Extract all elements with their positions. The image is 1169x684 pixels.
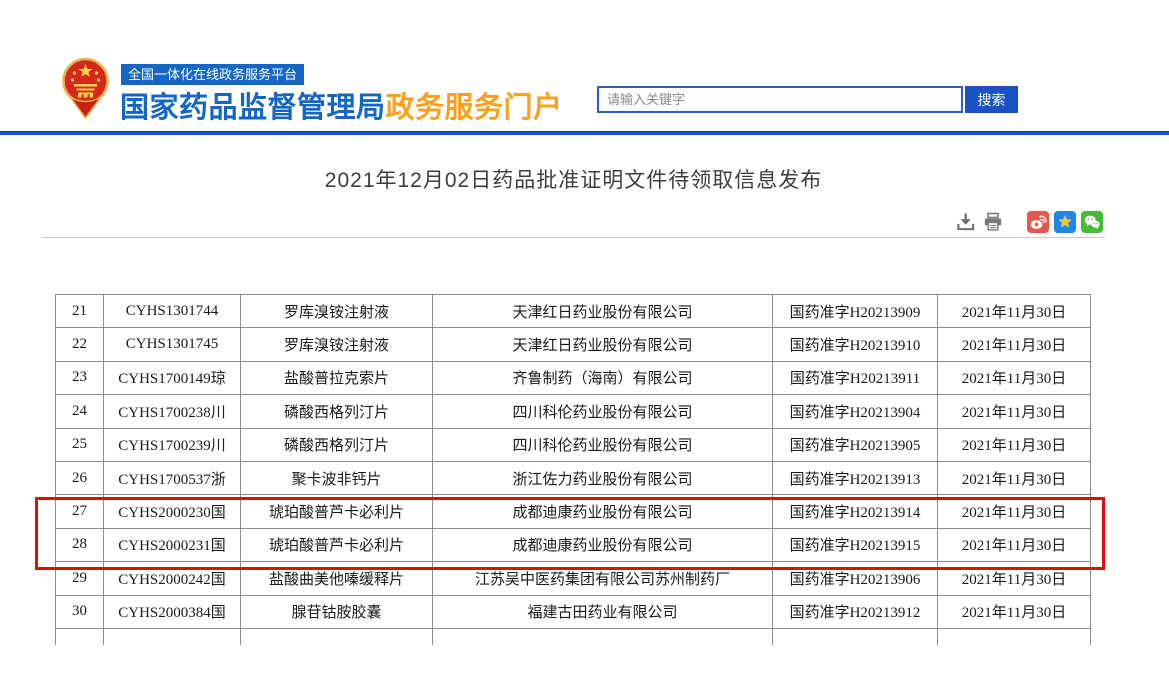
site-title: 国家药品监督管理局政务服务门户	[120, 84, 563, 126]
cell-company: 江苏吴中医药集团有限公司苏州制药厂	[433, 562, 773, 595]
cell-date: 2021年11月30日	[938, 562, 1091, 595]
cell-approval_no: 国药准字H20213906	[773, 562, 938, 595]
cell-date: 2021年11月30日	[938, 295, 1091, 328]
cell-drug_name: 盐酸曲美他嗪缓释片	[241, 562, 433, 595]
cell-acceptance_no: CYHS1700537浙	[104, 461, 241, 494]
search-input[interactable]	[597, 86, 963, 113]
cell-company: 四川科伦药业股份有限公司	[433, 395, 773, 428]
cell-drug_name: 琥珀酸普芦卡必利片	[241, 528, 433, 561]
cell-drug_name: 磷酸西格列汀片	[241, 395, 433, 428]
weibo-share-icon[interactable]	[1027, 211, 1049, 233]
national-emblem-logo	[62, 56, 109, 124]
cell-no: 28	[56, 528, 104, 561]
platform-badge: 全国一体化在线政务服务平台	[121, 64, 304, 85]
search-bar: 搜索	[597, 86, 1018, 113]
table-row-partial	[56, 628, 1091, 645]
table-row-highlighted: 28CYHS2000231国琥珀酸普芦卡必利片成都迪康药业股份有限公司国药准字H…	[56, 528, 1091, 561]
cell-drug_name: 盐酸普拉克索片	[241, 361, 433, 394]
cell-acceptance_no: CYHS2000242国	[104, 562, 241, 595]
cell-no: 21	[56, 295, 104, 328]
cell-drug_name: 罗库溴铵注射液	[241, 295, 433, 328]
cell-drug_name: 腺苷钴胺胶囊	[241, 595, 433, 628]
cell-company: 福建古田药业有限公司	[433, 595, 773, 628]
cell-no: 29	[56, 562, 104, 595]
cell-approval_no: 国药准字H20213911	[773, 361, 938, 394]
table-row: 29CYHS2000242国盐酸曲美他嗪缓释片江苏吴中医药集团有限公司苏州制药厂…	[56, 562, 1091, 595]
cell-no: 30	[56, 595, 104, 628]
cell-company: 浙江佐力药业股份有限公司	[433, 461, 773, 494]
header-divider	[0, 131, 1169, 135]
cell-no: 24	[56, 395, 104, 428]
cell-approval_no: 国药准字H20213910	[773, 328, 938, 361]
cell-company: 天津红日药业股份有限公司	[433, 295, 773, 328]
table-row-highlighted: 27CYHS2000230国琥珀酸普芦卡必利片成都迪康药业股份有限公司国药准字H…	[56, 495, 1091, 528]
cell-no: 26	[56, 461, 104, 494]
cell-drug_name: 罗库溴铵注射液	[241, 328, 433, 361]
cell-date: 2021年11月30日	[938, 361, 1091, 394]
cell-no: 22	[56, 328, 104, 361]
cell-approval_no: 国药准字H20213905	[773, 428, 938, 461]
cell-date: 2021年11月30日	[938, 428, 1091, 461]
table-row: 22CYHS1301745罗库溴铵注射液天津红日药业股份有限公司国药准字H202…	[56, 328, 1091, 361]
table-body-partial	[56, 628, 1091, 645]
print-icon[interactable]	[983, 212, 1003, 232]
table-row: 26CYHS1700537浙聚卡波非钙片浙江佐力药业股份有限公司国药准字H202…	[56, 461, 1091, 494]
cell-company: 齐鲁制药（海南）有限公司	[433, 361, 773, 394]
site-title-main: 国家药品监督管理局	[120, 92, 386, 124]
page: { "header": { "badge": "全国一体化在线政务服务平台", …	[0, 0, 1169, 684]
drug-approval-table: 21CYHS1301744罗库溴铵注射液天津红日药业股份有限公司国药准字H202…	[55, 294, 1091, 645]
cell-drug_name: 磷酸西格列汀片	[241, 428, 433, 461]
table-row: 23CYHS1700149琼盐酸普拉克索片齐鲁制药（海南）有限公司国药准字H20…	[56, 361, 1091, 394]
cell-company: 成都迪康药业股份有限公司	[433, 495, 773, 528]
cell-date: 2021年11月30日	[938, 395, 1091, 428]
cell-no: 25	[56, 428, 104, 461]
table-row: 30CYHS2000384国腺苷钴胺胶囊福建古田药业有限公司国药准字H20213…	[56, 595, 1091, 628]
cell-company: 天津红日药业股份有限公司	[433, 328, 773, 361]
cell-approval_no: 国药准字H20213915	[773, 528, 938, 561]
page-title: 2021年12月02日药品批准证明文件待领取信息发布	[0, 164, 1147, 194]
table-row: 24CYHS1700238川磷酸西格列汀片四川科伦药业股份有限公司国药准字H20…	[56, 395, 1091, 428]
qzone-star-share-icon[interactable]: ★	[1054, 211, 1076, 233]
toolbar-divider	[42, 237, 1105, 238]
cell-acceptance_no: CYHS1700238川	[104, 395, 241, 428]
cell-date: 2021年11月30日	[938, 461, 1091, 494]
table-row: 25CYHS1700239川磷酸西格列汀片四川科伦药业股份有限公司国药准字H20…	[56, 428, 1091, 461]
cell-date: 2021年11月30日	[938, 495, 1091, 528]
cell-drug_name: 琥珀酸普芦卡必利片	[241, 495, 433, 528]
table-body: 21CYHS1301744罗库溴铵注射液天津红日药业股份有限公司国药准字H202…	[56, 295, 1091, 629]
cell-date: 2021年11月30日	[938, 595, 1091, 628]
cell-approval_no: 国药准字H20213909	[773, 295, 938, 328]
cell-date: 2021年11月30日	[938, 328, 1091, 361]
cell-acceptance_no: CYHS1700149琼	[104, 361, 241, 394]
cell-acceptance_no: CYHS2000231国	[104, 528, 241, 561]
cell-company: 成都迪康药业股份有限公司	[433, 528, 773, 561]
cell-no: 27	[56, 495, 104, 528]
star-glyph: ★	[1058, 214, 1072, 230]
cell-acceptance_no: CYHS1301745	[104, 328, 241, 361]
cell-date: 2021年11月30日	[938, 528, 1091, 561]
table-row: 21CYHS1301744罗库溴铵注射液天津红日药业股份有限公司国药准字H202…	[56, 295, 1091, 328]
download-icon[interactable]	[956, 212, 975, 232]
drug-approval-table-container: 21CYHS1301744罗库溴铵注射液天津红日药业股份有限公司国药准字H202…	[55, 294, 1092, 645]
search-button[interactable]: 搜索	[965, 86, 1018, 113]
cell-acceptance_no: CYHS1700239川	[104, 428, 241, 461]
cell-acceptance_no: CYHS2000230国	[104, 495, 241, 528]
cell-drug_name: 聚卡波非钙片	[241, 461, 433, 494]
cell-approval_no: 国药准字H20213912	[773, 595, 938, 628]
cell-acceptance_no: CYHS1301744	[104, 295, 241, 328]
cell-company: 四川科伦药业股份有限公司	[433, 428, 773, 461]
cell-acceptance_no: CYHS2000384国	[104, 595, 241, 628]
cell-approval_no: 国药准字H20213913	[773, 461, 938, 494]
share-toolbar: ★	[956, 210, 1103, 234]
cell-approval_no: 国药准字H20213904	[773, 395, 938, 428]
cell-no: 23	[56, 361, 104, 394]
wechat-share-icon[interactable]	[1081, 211, 1103, 233]
site-title-accent: 政务服务门户	[386, 92, 563, 124]
cell-approval_no: 国药准字H20213914	[773, 495, 938, 528]
